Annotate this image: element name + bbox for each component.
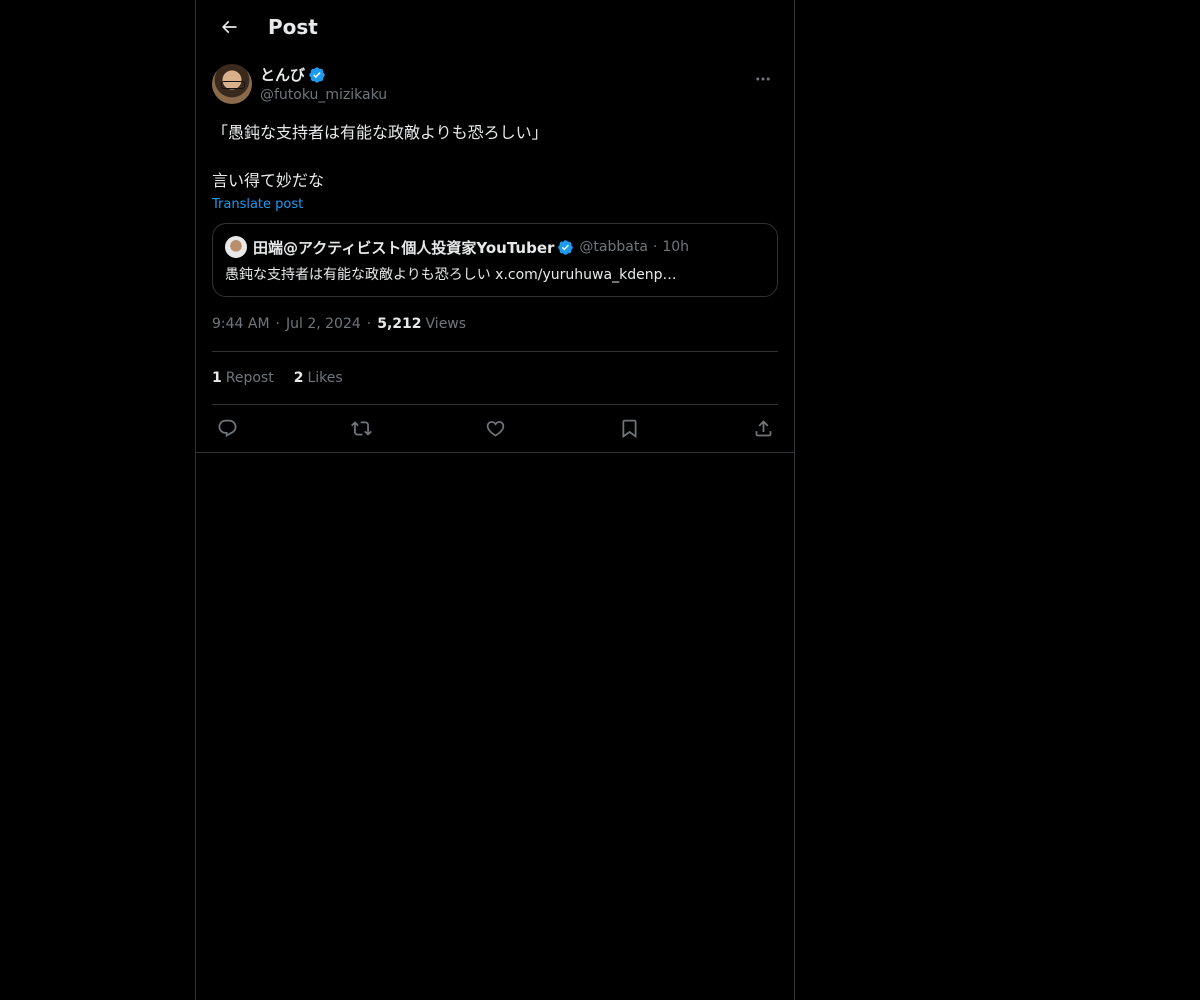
quoted-author-name: 田端@アクティビスト個人投資家YouTuber xyxy=(253,238,555,257)
more-horizontal-icon xyxy=(756,77,770,81)
views-count: 5,212 xyxy=(377,316,422,332)
quoted-post-header: 田端@アクティビスト個人投資家YouTuber @tabbata · 10h xyxy=(225,236,765,258)
repost-button[interactable] xyxy=(350,418,372,440)
post-meta: 9:44 AM · Jul 2, 2024 · 5,212 Views xyxy=(212,297,778,352)
post-stats: 1 Repost 2 Likes xyxy=(212,352,778,405)
reposts-stat[interactable]: 1 Repost xyxy=(212,370,274,386)
translate-post-link[interactable]: Translate post xyxy=(212,197,303,212)
post-time[interactable]: 9:44 AM xyxy=(212,316,270,332)
reply-icon xyxy=(218,419,236,437)
more-options-button[interactable] xyxy=(748,64,778,94)
author-names: とんび @futoku_mizikaku xyxy=(260,64,387,103)
separator-dot: · xyxy=(275,316,280,332)
likes-label: Likes xyxy=(307,370,343,386)
reposts-label: Repost xyxy=(225,370,274,386)
author-row: とんび @futoku_mizikaku xyxy=(212,54,778,116)
reposts-count: 1 xyxy=(212,370,222,386)
author-avatar[interactable] xyxy=(212,64,252,104)
action-bar xyxy=(212,405,778,452)
likes-stat[interactable]: 2 Likes xyxy=(294,370,343,386)
author-handle[interactable]: @futoku_mizikaku xyxy=(260,87,387,103)
repost-icon xyxy=(350,421,372,436)
like-button[interactable] xyxy=(484,418,506,440)
quoted-author-avatar xyxy=(225,236,247,258)
share-button[interactable] xyxy=(752,418,774,440)
separator-dot: · xyxy=(366,316,372,332)
display-name-row: とんび xyxy=(260,64,387,85)
bookmark-icon xyxy=(622,419,636,439)
post-text-line-1: 「愚鈍な支持者は有能な政敵よりも恐ろしい」 xyxy=(212,123,548,142)
verified-badge-icon xyxy=(558,239,574,255)
quoted-post-text: 愚鈍な支持者は有能な政敵よりも恐ろしい x.com/yuruhuwa_kdenp… xyxy=(225,267,677,283)
share-icon xyxy=(755,420,771,437)
reply-button[interactable] xyxy=(216,418,238,440)
post-text-line-2: 言い得て妙だな xyxy=(212,171,325,190)
separator-dot: · xyxy=(652,239,658,255)
bookmark-button[interactable] xyxy=(618,418,640,440)
quoted-post-time: 10h xyxy=(662,239,690,255)
quoted-post[interactable]: 田端@アクティビスト個人投資家YouTuber @tabbata · 10h 愚… xyxy=(212,223,778,297)
top-bar: Post xyxy=(196,0,794,54)
author-display-name[interactable]: とんび xyxy=(260,64,305,85)
post-text: 「愚鈍な支持者は有能な政敵よりも恐ろしい」 言い得て妙だな xyxy=(212,121,778,193)
views-label: Views xyxy=(425,316,467,332)
verified-badge-icon xyxy=(309,66,325,83)
main-post: とんび @futoku_mizikaku 「愚鈍な支持者は有能な政敵よりも恐ろし… xyxy=(196,54,794,453)
quoted-author-handle: @tabbata xyxy=(579,239,648,255)
post-date[interactable]: Jul 2, 2024 xyxy=(286,316,361,332)
page-title: Post xyxy=(268,15,318,39)
arrow-left-icon xyxy=(221,20,237,34)
likes-count: 2 xyxy=(293,370,304,386)
heart-icon xyxy=(486,421,504,437)
primary-column: Post とんび @futoku_mizikaku 「愚鈍な支持者は有能な政敵よ… xyxy=(195,0,795,1000)
back-button[interactable] xyxy=(212,10,246,44)
